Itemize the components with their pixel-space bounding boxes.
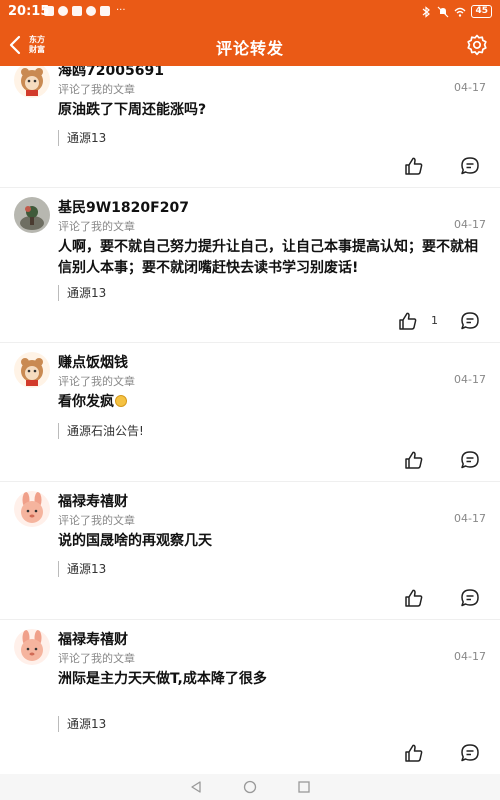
username[interactable]: 赚点饭烟钱 [58, 352, 128, 372]
thumbs-up-icon [405, 157, 423, 175]
comment-date: 04-17 [454, 81, 486, 94]
like-button[interactable] [398, 311, 418, 331]
comment-text: 看你发疯 [58, 392, 127, 413]
comment-bubble-icon [461, 451, 479, 469]
like-button[interactable] [404, 156, 424, 176]
thumbs-up-icon [405, 744, 423, 762]
comment-text: 说的国晟啥的再观察几天 [58, 533, 212, 549]
reply-button[interactable] [460, 743, 480, 763]
rabbit-avatar-icon [14, 491, 50, 527]
notification-icons: ··· [44, 6, 126, 16]
quoted-article[interactable]: 通源13 [58, 561, 106, 577]
like-button[interactable] [404, 450, 424, 470]
comment-bubble-icon [461, 312, 479, 330]
user-avatar[interactable] [14, 352, 50, 388]
comment-text: 洲际是主力天天做T,成本降了很多 [58, 671, 267, 687]
gear-icon [467, 34, 487, 56]
reply-button[interactable] [460, 588, 480, 608]
like-button[interactable] [404, 588, 424, 608]
reply-button[interactable] [460, 156, 480, 176]
username[interactable]: 福禄寿禧财 [58, 629, 128, 649]
user-avatar[interactable] [14, 491, 50, 527]
circle-home-icon [243, 780, 257, 794]
comment-subtitle: 评论了我的文章 [58, 83, 135, 96]
user-avatar[interactable] [14, 66, 50, 98]
like-button[interactable] [404, 743, 424, 763]
app2-notification-icon [86, 6, 96, 16]
comment-date: 04-17 [454, 650, 486, 663]
comment-item[interactable]: 海鸥72005691 评论了我的文章 04-17 原油跌了下周还能涨吗? 通源1… [0, 66, 500, 188]
app-top-bar: 20:15 ··· 45 东方 财富 评论转发 [0, 0, 500, 66]
app-notification-icon [58, 6, 68, 16]
mascot-avatar-icon [14, 66, 50, 98]
quoted-article[interactable]: 通源13 [58, 716, 106, 732]
tiktok-notification-icon [44, 6, 54, 16]
thumbs-up-icon [405, 589, 423, 607]
comment-bubble-icon [461, 744, 479, 762]
more-notifications-icon: ··· [116, 5, 126, 16]
comment-date: 04-17 [454, 373, 486, 386]
battery-indicator: 45 [471, 5, 492, 18]
mascot-avatar-icon [14, 352, 50, 388]
bluetooth-icon [423, 5, 431, 18]
comment-list[interactable]: 海鸥72005691 评论了我的文章 04-17 原油跌了下周还能涨吗? 通源1… [0, 66, 500, 774]
nav-back-button[interactable] [189, 780, 203, 794]
username[interactable]: 福禄寿禧财 [58, 491, 128, 511]
settings-button[interactable] [466, 34, 488, 56]
wifi-icon [455, 7, 466, 17]
user-avatar[interactable] [14, 197, 50, 233]
system-status: 45 [420, 5, 492, 18]
nav-recent-button[interactable] [297, 780, 311, 794]
reply-button[interactable] [460, 450, 480, 470]
username[interactable]: 基民9W1820F207 [58, 197, 189, 217]
comment-text: 人啊，要不就自己努力提升让自己，让自己本事提高认知；要不就相信别人本事；要不就闭… [58, 239, 478, 276]
comment-subtitle: 评论了我的文章 [58, 375, 135, 388]
comment-bubble-icon [461, 157, 479, 175]
triangle-back-icon [191, 781, 201, 793]
comment-subtitle: 评论了我的文章 [58, 652, 135, 665]
like-count: 1 [431, 314, 438, 327]
mute-icon [438, 6, 449, 17]
user-avatar[interactable] [14, 629, 50, 665]
comment-date: 04-17 [454, 512, 486, 525]
username[interactable]: 海鸥72005691 [58, 66, 164, 80]
photo-avatar-icon [14, 197, 50, 233]
status-bar: 20:15 ··· 45 [0, 0, 500, 24]
browser-notification-icon [72, 6, 82, 16]
comment-item[interactable]: 福禄寿禧财 评论了我的文章 04-17 说的国晟啥的再观察几天 通源13 [0, 482, 500, 620]
comment-date: 04-17 [454, 218, 486, 231]
page-title: 评论转发 [215, 39, 284, 58]
rabbit-avatar-icon [14, 629, 50, 665]
app3-notification-icon [100, 6, 110, 16]
quoted-article[interactable]: 通源13 [58, 130, 106, 146]
reply-button[interactable] [460, 311, 480, 331]
quoted-article[interactable]: 通源石油公告! [58, 423, 144, 439]
comment-text: 原油跌了下周还能涨吗? [58, 102, 207, 118]
system-nav-bar [0, 774, 500, 800]
comment-item[interactable]: 赚点饭烟钱 评论了我的文章 04-17 看你发疯 通源石油公告! [0, 343, 500, 482]
page-header: 东方 财富 评论转发 [0, 24, 500, 66]
comment-item[interactable]: 基民9W1820F207 评论了我的文章 04-17 人啊，要不就自己努力提升让… [0, 188, 500, 343]
thumbs-up-icon [405, 451, 423, 469]
nav-home-button[interactable] [243, 780, 257, 794]
comment-subtitle: 评论了我的文章 [58, 220, 135, 233]
square-recent-icon [298, 781, 310, 793]
comment-text-body: 看你发疯 [58, 394, 114, 410]
quoted-article[interactable]: 通源13 [58, 285, 106, 301]
comment-bubble-icon [461, 589, 479, 607]
comment-item[interactable]: 福禄寿禧财 评论了我的文章 04-17 洲际是主力天天做T,成本降了很多 通源1… [0, 620, 500, 772]
comment-subtitle: 评论了我的文章 [58, 514, 135, 527]
emoji-icon [115, 395, 127, 407]
thumbs-up-icon [399, 312, 417, 330]
